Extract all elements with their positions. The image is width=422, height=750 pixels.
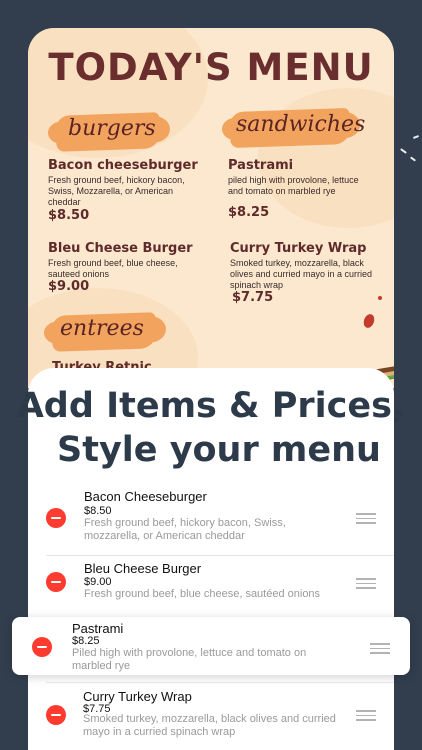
decor-dot	[361, 312, 377, 330]
divider	[46, 682, 394, 683]
item-desc: Piled high with provolone, lettuce and t…	[72, 647, 307, 672]
menu-item-name: Bacon cheeseburger	[48, 158, 198, 173]
menu-item-desc: Fresh ground beef, hickory bacon, Swiss,…	[48, 175, 185, 207]
decor-dash	[400, 148, 407, 154]
menu-item-name: Pastrami	[228, 158, 294, 173]
section-label-entrees: entrees	[60, 316, 144, 341]
delete-icon[interactable]	[46, 508, 66, 528]
item-desc: Smoked turkey, mozzarella, black olives …	[83, 713, 336, 738]
menu-item-desc: Smoked turkey, mozzarella, black olives …	[230, 258, 373, 290]
drag-handle-icon[interactable]	[356, 578, 376, 592]
menu-item-price: $9.00	[48, 279, 90, 294]
item-name: Curry Turkey Wrap	[83, 689, 192, 704]
item-price: $8.50	[84, 505, 112, 517]
delete-icon[interactable]	[32, 637, 52, 657]
divider	[46, 555, 394, 556]
menu-item-price: $8.25	[228, 205, 270, 220]
menu-item-price: $8.50	[48, 208, 90, 223]
drag-handle-icon[interactable]	[356, 513, 376, 527]
decor-dash	[409, 156, 417, 162]
item-name: Bleu Cheese Burger	[84, 561, 202, 576]
item-price: $8.25	[72, 635, 100, 647]
decor-dash	[412, 135, 420, 139]
section-label-sandwiches: sandwiches	[236, 112, 366, 137]
item-desc: Fresh ground beef, hickory bacon, Swiss,…	[84, 517, 286, 542]
headline-line-2: Style your menu	[57, 430, 381, 470]
headline-line-1: Add Items & Prices,	[16, 386, 406, 426]
menu-item-name: Curry Turkey Wrap	[230, 241, 367, 256]
menu-item-desc: Fresh ground beef, blue cheese, sauteed …	[48, 258, 178, 279]
decor-dot	[378, 296, 382, 300]
list-item[interactable]: Curry Turkey Wrap $7.75 Smoked turkey, m…	[46, 686, 392, 750]
menu-item-desc: piled high with provolone, lettuce and t…	[228, 175, 359, 196]
delete-icon[interactable]	[46, 572, 66, 592]
drag-handle-icon[interactable]	[356, 710, 376, 724]
menu-item-name: Bleu Cheese Burger	[48, 241, 193, 256]
delete-icon[interactable]	[46, 705, 66, 725]
list-item-dragging[interactable]: Pastrami $8.25 Piled high with provolone…	[12, 617, 410, 675]
list-item[interactable]: Bacon Cheeseburger $8.50 Fresh ground be…	[46, 486, 392, 558]
menu-preview: TODAY'S MENU burgers sandwiches Bacon ch…	[28, 28, 394, 388]
item-name: Pastrami	[72, 621, 124, 636]
item-name: Bacon Cheeseburger	[84, 489, 207, 504]
section-label-burgers: burgers	[68, 116, 156, 141]
item-price: $9.00	[84, 576, 112, 588]
menu-item-price: $7.75	[232, 290, 274, 305]
drag-handle-icon[interactable]	[370, 643, 390, 657]
item-desc: Fresh ground beef, blue cheese, sautéed …	[84, 588, 321, 600]
menu-title: TODAY'S MENU	[48, 46, 374, 89]
